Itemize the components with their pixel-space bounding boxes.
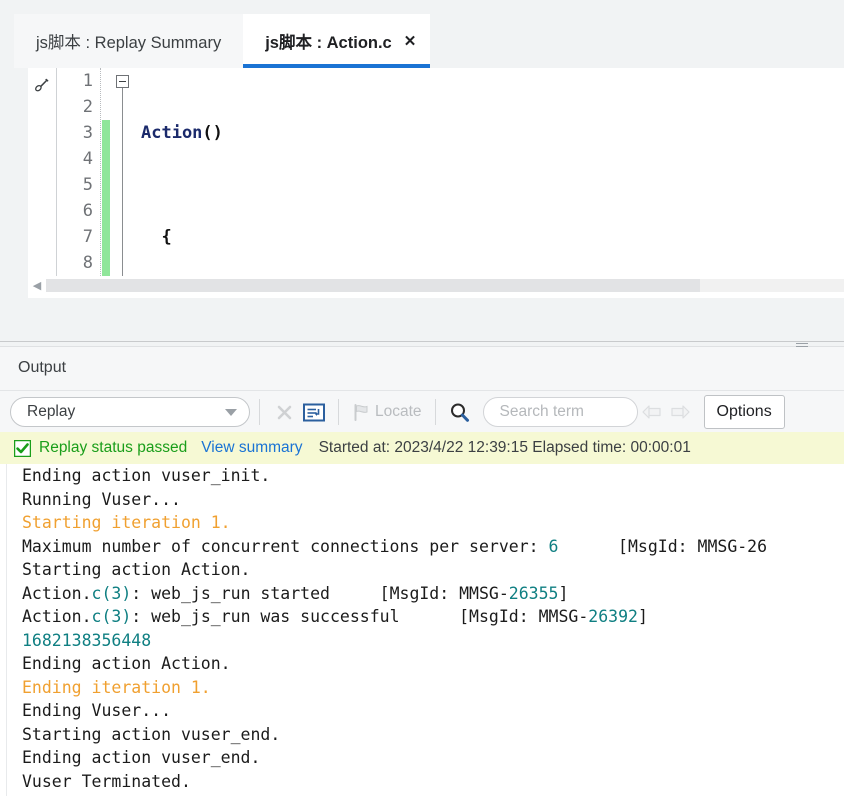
code-token-paren: () bbox=[202, 123, 223, 143]
log-line: Ending Vuser... bbox=[22, 701, 172, 720]
arrow-right-icon bbox=[670, 405, 690, 419]
log-text: Maximum number of concurrent connections… bbox=[22, 536, 549, 556]
scrollbar-thumb[interactable] bbox=[46, 278, 701, 292]
code-area[interactable]: 1 2 3 4 5 6 7 8 Action() { bbox=[28, 68, 844, 276]
unsaved-change-bar bbox=[102, 120, 110, 276]
status-badge: Replay status passed bbox=[39, 439, 188, 456]
code-text[interactable]: Action() { web_js_run("Code=test1()", "R… bbox=[137, 68, 844, 276]
search-button[interactable] bbox=[445, 397, 475, 427]
line-number: 2 bbox=[82, 97, 93, 117]
log-text: Action. bbox=[22, 583, 92, 603]
log-text: : web_js_run was successful [MsgId: MMSG… bbox=[131, 607, 589, 626]
line-number: 1 bbox=[82, 71, 93, 91]
toolbar-divider bbox=[434, 399, 436, 425]
scroll-left-icon[interactable]: ◀ bbox=[28, 276, 46, 294]
output-panel: Output Replay Locate Search term Options… bbox=[0, 347, 844, 796]
log-text: ] bbox=[637, 607, 648, 626]
code-folding-margin[interactable] bbox=[111, 68, 137, 276]
flag-icon bbox=[354, 403, 368, 421]
output-panel-title: Output bbox=[18, 359, 67, 376]
chevron-down-icon[interactable] bbox=[225, 408, 237, 416]
replay-status-banner: Replay status passed View summary Starte… bbox=[0, 432, 844, 464]
tab-label: js脚本 : Action.c bbox=[265, 34, 392, 52]
tab-action-c[interactable]: js脚本 : Action.c ✕ bbox=[243, 14, 431, 68]
output-toolbar: Replay Locate Search term Options bbox=[0, 390, 844, 433]
code-token-brace: { bbox=[161, 227, 172, 247]
log-line: Action.c(3): web_js_run started [MsgId: … bbox=[22, 582, 844, 606]
log-line: Maximum number of concurrent connections… bbox=[22, 535, 844, 559]
log-text: : web_js_run started [MsgId: MMSG- bbox=[131, 583, 509, 603]
log-msgid-number: 26392 bbox=[588, 607, 638, 626]
fold-guide-line bbox=[122, 88, 123, 276]
log-left-margin bbox=[0, 464, 7, 796]
editor-horizontal-scrollbar[interactable]: ◀ bbox=[28, 276, 844, 294]
log-line: Ending iteration 1. bbox=[22, 677, 211, 697]
log-line: Ending action Action. bbox=[22, 654, 231, 673]
locate-button[interactable]: Locate bbox=[348, 403, 426, 422]
replay-timing-text: Started at: 2023/4/22 12:39:15 Elapsed t… bbox=[318, 439, 691, 456]
code-line-2: { bbox=[141, 224, 844, 250]
log-line: Action.c(3): web_js_run was successful [… bbox=[22, 605, 844, 629]
toolbar-divider bbox=[259, 399, 260, 425]
script-editor-region: js脚本 : Replay Summary js脚本 : Action.c ✕ bbox=[0, 0, 844, 342]
log-line: Starting action vuser_end. bbox=[22, 724, 281, 744]
tab-replay-summary[interactable]: js脚本 : Replay Summary bbox=[14, 14, 244, 68]
log-line-ref: c(3) bbox=[91, 607, 132, 626]
line-number: 8 bbox=[82, 253, 93, 273]
log-line: Running Vuser... bbox=[22, 489, 181, 509]
collapse-block-icon[interactable] bbox=[116, 75, 129, 88]
log-line: Ending action vuser_end. bbox=[22, 748, 261, 767]
search-input-wrapper[interactable] bbox=[482, 397, 638, 427]
editor-tabstrip: js脚本 : Replay Summary js脚本 : Action.c ✕ bbox=[14, 14, 844, 68]
clear-x-icon bbox=[277, 405, 291, 419]
output-log[interactable]: Ending action vuser_init. Running Vuser.… bbox=[0, 464, 844, 796]
line-number: 7 bbox=[82, 227, 93, 247]
locate-label: Locate bbox=[375, 403, 422, 420]
find-previous-button[interactable] bbox=[638, 397, 666, 427]
output-source-select[interactable]: Replay bbox=[10, 397, 250, 427]
log-number: 6 bbox=[548, 536, 559, 556]
code-token-function: Action bbox=[141, 123, 203, 143]
line-number: 6 bbox=[82, 201, 93, 221]
code-editor[interactable]: 1 2 3 4 5 6 7 8 Action() {◀ bbox=[28, 68, 844, 298]
log-line: Starting action Action. bbox=[22, 560, 251, 579]
line-number: 5 bbox=[82, 175, 93, 195]
output-source-label: Replay bbox=[27, 403, 76, 420]
lr-vugen-window: js脚本 : Replay Summary js脚本 : Action.c ✕ bbox=[0, 0, 844, 796]
search-input[interactable] bbox=[497, 402, 623, 422]
log-line: Ending action vuser_init. bbox=[22, 466, 271, 485]
view-summary-link[interactable]: View summary bbox=[201, 439, 302, 457]
line-number-gutter: 1 2 3 4 5 6 7 8 bbox=[57, 68, 101, 276]
change-indicator-margin bbox=[101, 68, 111, 276]
tab-label: js脚本 : Replay Summary bbox=[36, 34, 222, 52]
line-number: 3 bbox=[82, 123, 93, 143]
log-line: Vuser Terminated. bbox=[22, 771, 191, 791]
pencil-bookmark-icon bbox=[35, 78, 49, 92]
find-next-button[interactable] bbox=[666, 397, 694, 427]
log-line-ref: c(3) bbox=[91, 583, 132, 603]
log-line: 1682138356448 bbox=[22, 630, 152, 650]
close-icon[interactable]: ✕ bbox=[404, 34, 417, 49]
clear-output-button[interactable] bbox=[269, 397, 299, 427]
toolbar-divider bbox=[338, 399, 339, 425]
options-label: Options bbox=[716, 403, 772, 420]
check-square-icon bbox=[14, 439, 31, 457]
word-wrap-button[interactable] bbox=[299, 397, 329, 427]
line-number: 4 bbox=[82, 149, 93, 169]
log-msgid: [MsgId: MMSG-26 bbox=[558, 536, 768, 556]
word-wrap-icon bbox=[303, 403, 325, 421]
arrow-left-icon bbox=[641, 405, 661, 419]
log-text: Action. bbox=[22, 607, 92, 626]
options-button[interactable]: Options bbox=[703, 395, 785, 429]
log-text: ] bbox=[558, 583, 569, 603]
bookmark-margin[interactable] bbox=[28, 68, 57, 276]
code-line-1: Action() bbox=[141, 120, 844, 146]
log-line: Starting iteration 1. bbox=[22, 513, 231, 532]
scrollbar-track[interactable] bbox=[46, 278, 844, 292]
magnifier-icon bbox=[451, 403, 470, 422]
log-msgid-number: 26355 bbox=[508, 583, 559, 603]
